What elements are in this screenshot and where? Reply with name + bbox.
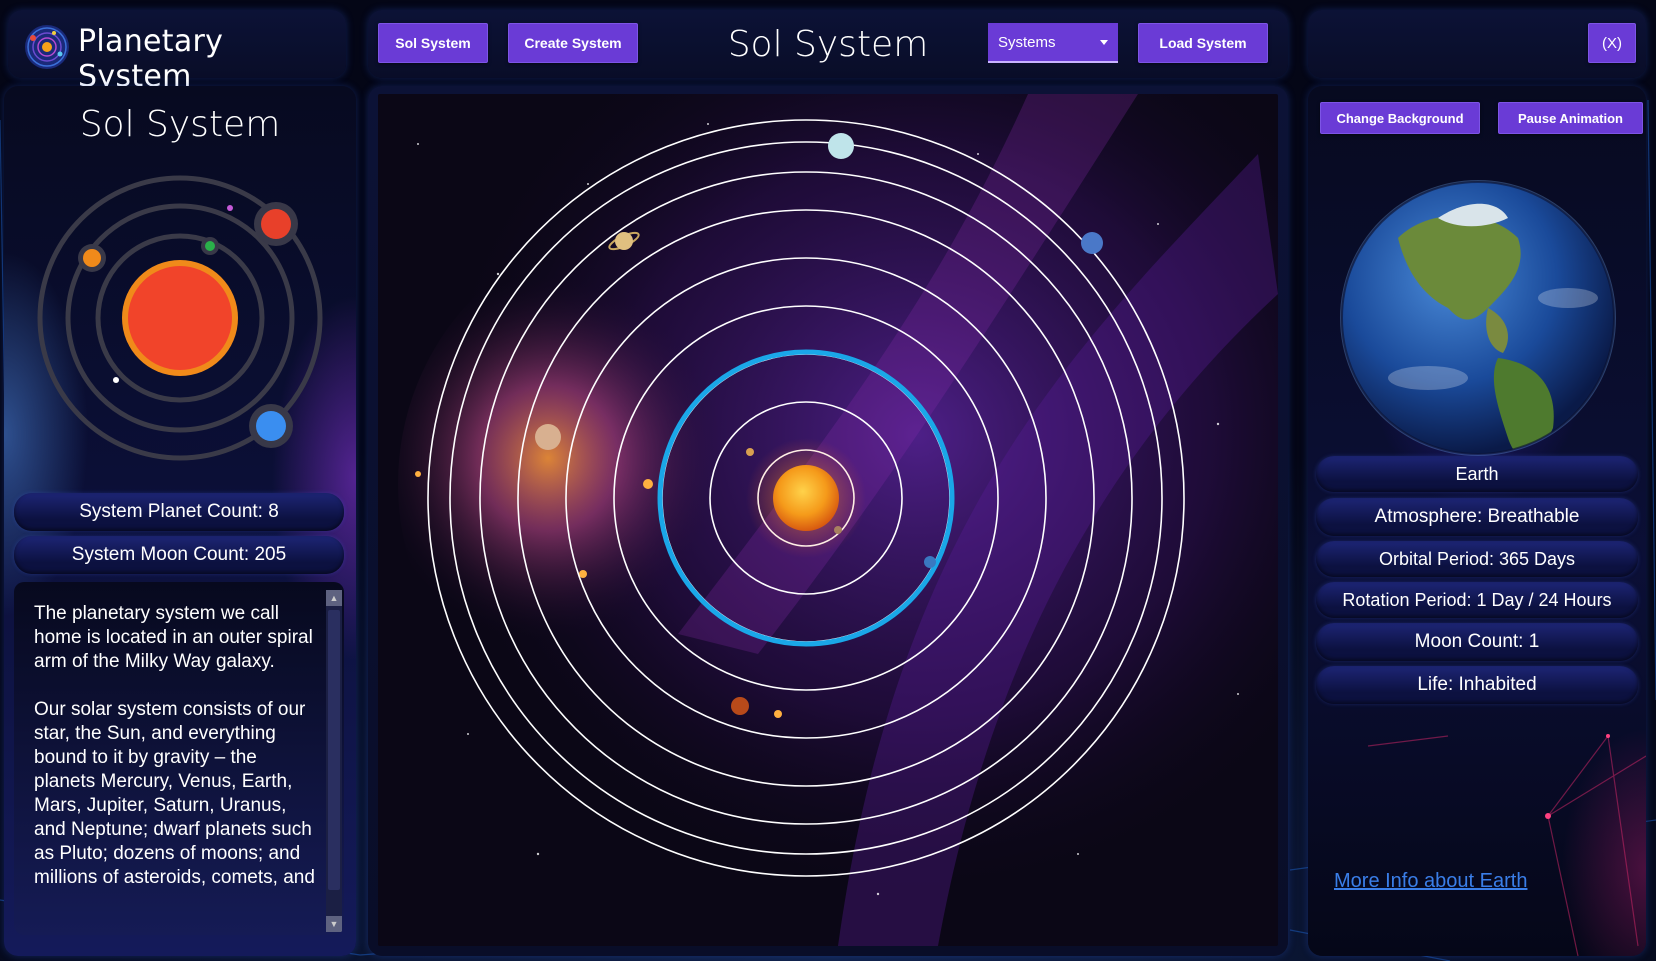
close-button[interactable]: (X) [1588, 23, 1636, 63]
moon-count-badge: System Moon Count: 205 [14, 536, 344, 574]
pause-animation-button[interactable]: Pause Animation [1498, 102, 1643, 134]
top-toolbar: Sol System Create System Sol System Syst… [368, 10, 1288, 78]
planet-venus[interactable] [746, 448, 754, 456]
planet-earth[interactable] [924, 556, 936, 568]
scroll-up-icon[interactable]: ▲ [326, 590, 342, 606]
planet-neptune[interactable] [1081, 232, 1103, 254]
systems-select[interactable]: Systems [988, 23, 1118, 63]
top-right-bar: (X) [1308, 10, 1646, 78]
more-info-link[interactable]: More Info about Earth [1334, 870, 1527, 893]
solar-system-logo-icon [25, 25, 69, 69]
system-view-panel [368, 86, 1288, 956]
description-paragraph: Our solar system consists of our star, t… [34, 699, 315, 888]
app-header: Planetary System [8, 10, 346, 94]
system-info-panel: Sol System System Planet Count: 8 System… [4, 86, 356, 956]
change-background-button[interactable]: Change Background [1320, 102, 1480, 134]
planet-jupiter[interactable] [535, 424, 561, 450]
solar-system-view [378, 94, 1278, 946]
scrollbar-thumb[interactable] [328, 610, 340, 890]
page-title: Sol System [727, 24, 929, 65]
moon-count-info: Moon Count: 1 [1316, 623, 1638, 661]
rotation-period-info: Rotation Period: 1 Day / 24 Hours [1316, 582, 1638, 618]
load-system-button[interactable]: Load System [1138, 23, 1268, 63]
decorative-network [1367, 734, 1646, 956]
planet-earth-image [1340, 180, 1616, 456]
sol-system-button[interactable]: Sol System [378, 23, 488, 63]
atmosphere-info: Atmosphere: Breathable [1316, 498, 1638, 536]
system-description[interactable]: The planetary system we call home is loc… [14, 582, 344, 935]
create-system-button[interactable]: Create System [508, 23, 638, 63]
planet-count-badge: System Planet Count: 8 [14, 493, 344, 531]
planet-mars[interactable] [731, 697, 749, 715]
orbital-period-info: Orbital Period: 365 Days [1316, 541, 1638, 577]
planet-info-panel: Change Background Pause Animation Earth … [1308, 86, 1646, 956]
app-title: Planetary System [78, 24, 224, 94]
sun[interactable] [773, 465, 839, 531]
planet-name: Earth [1316, 456, 1638, 492]
systems-select-label: Systems [998, 33, 1056, 51]
planet-mercury[interactable] [834, 526, 842, 534]
description-paragraph: The planetary system we call home is loc… [34, 603, 313, 672]
scroll-down-icon[interactable]: ▼ [326, 916, 342, 932]
planet-uranus[interactable] [828, 133, 854, 159]
system-title: Sol System [79, 104, 281, 145]
description-scrollbar[interactable]: ▲ ▼ [326, 590, 342, 932]
caret-down-icon [1100, 40, 1108, 45]
mini-system-diagram [37, 175, 323, 461]
